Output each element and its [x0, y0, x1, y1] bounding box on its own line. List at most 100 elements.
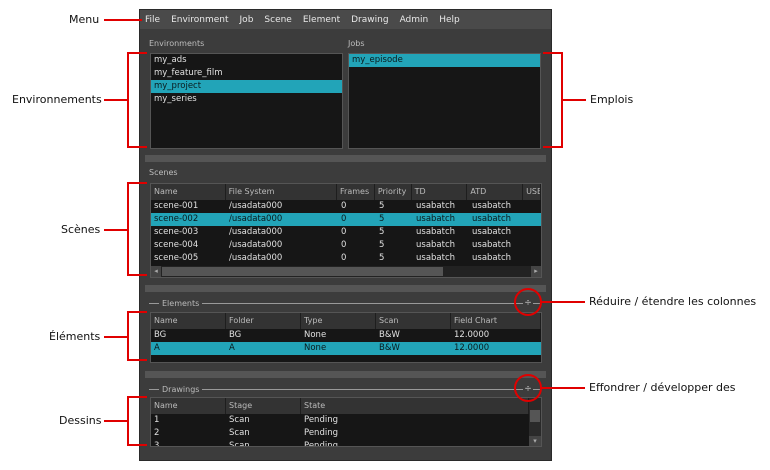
- menu-scene[interactable]: Scene: [264, 15, 291, 25]
- table-cell: usabatch: [472, 214, 512, 224]
- scroll-left-icon[interactable]: ◂: [151, 266, 161, 277]
- scrollbar-thumb[interactable]: [530, 410, 540, 422]
- table-cell: usabatch: [416, 253, 456, 263]
- app-window: File Environment Job Scene Element Drawing Adm…: [139, 9, 552, 461]
- annotation-bracket: [543, 52, 563, 148]
- table-cell: Scan: [229, 415, 250, 425]
- annotation-line: [104, 420, 128, 422]
- elements-table: Name Folder Type Scan Field Chart BG BG None B&W…: [150, 312, 542, 363]
- list-item[interactable]: my_ads: [151, 54, 342, 67]
- table-cell: B&W: [379, 343, 400, 353]
- column-header[interactable]: Name: [151, 184, 226, 200]
- annotation-line: [541, 301, 585, 303]
- table-cell: 5: [379, 240, 385, 250]
- table-cell: 5: [379, 201, 385, 211]
- column-header[interactable]: Stage: [226, 398, 301, 414]
- column-header[interactable]: Type: [301, 313, 376, 329]
- drawings-label: Drawings: [162, 384, 200, 394]
- table-row[interactable]: scene-004/usadata000 0 5 usabatch usabatch: [151, 239, 541, 252]
- table-cell: 0: [341, 214, 347, 224]
- table-cell: /usadata000: [229, 214, 283, 224]
- menu-bar: File Environment Job Scene Element Drawing Adm…: [140, 10, 551, 29]
- table-cell: usabatch: [416, 240, 456, 250]
- list-item[interactable]: my_episode: [349, 54, 540, 67]
- table-cell: Pending: [304, 415, 338, 425]
- table-cell: Pending: [304, 428, 338, 438]
- table-row[interactable]: A A None B&W 12.0000: [151, 342, 541, 355]
- scenes-table: Name File System Frames Priority TD ATD USE sc…: [150, 183, 542, 278]
- list-item[interactable]: my_project: [151, 80, 342, 93]
- annotation-bracket: [127, 396, 147, 446]
- menu-element[interactable]: Element: [303, 15, 340, 25]
- table-row[interactable]: 2 Scan Pending: [151, 427, 541, 440]
- annotation-line: [104, 99, 128, 101]
- annotation-line: [104, 19, 142, 21]
- vertical-scrollbar[interactable]: ▾: [529, 398, 541, 446]
- elements-group-header: Elements ÷: [149, 298, 541, 308]
- annotation-line: [541, 387, 585, 389]
- table-row[interactable]: scene-002/usadata000 0 5 usabatch usabatch: [151, 213, 541, 226]
- table-cell: 0: [341, 253, 347, 263]
- menu-environment[interactable]: Environment: [171, 15, 228, 25]
- drawings-table: Name Stage State 1 Scan Pending 2 Scan Pending 3 S…: [150, 397, 542, 447]
- table-cell: scene-001: [154, 201, 199, 211]
- column-header[interactable]: Folder: [226, 313, 301, 329]
- table-row[interactable]: 3 Scan Pending: [151, 440, 541, 447]
- annotation-menu: Menu: [69, 13, 100, 26]
- table-cell: 3: [154, 441, 160, 447]
- column-header[interactable]: ATD: [467, 184, 524, 200]
- table-cell: /usadata000: [229, 253, 283, 263]
- environments-label: Environments: [149, 39, 205, 48]
- table-cell: scene-004: [154, 240, 199, 250]
- annotation-jobs: Emplois: [590, 93, 634, 106]
- table-cell: /usadata000: [229, 227, 283, 237]
- menu-admin[interactable]: Admin: [400, 15, 429, 25]
- menu-help[interactable]: Help: [439, 15, 460, 25]
- table-row[interactable]: scene-005/usadata000 0 5 usabatch usabatch: [151, 252, 541, 265]
- annotation-line: [562, 99, 586, 101]
- table-cell: 12.0000: [454, 343, 490, 353]
- annotation-bracket: [127, 311, 147, 361]
- column-header[interactable]: USE: [523, 184, 541, 200]
- column-header[interactable]: Priority: [375, 184, 412, 200]
- table-cell: usabatch: [416, 201, 456, 211]
- column-header[interactable]: Name: [151, 398, 226, 414]
- annotation-bracket: [127, 52, 147, 148]
- table-row[interactable]: scene-001/usadata000 0 5 usabatch usabatch: [151, 200, 541, 213]
- column-header[interactable]: State: [301, 398, 529, 414]
- environments-list[interactable]: my_ads my_feature_film my_project my_series: [150, 53, 343, 149]
- scroll-down-icon[interactable]: ▾: [529, 436, 541, 446]
- table-row[interactable]: scene-003/usadata000 0 5 usabatch usabatch: [151, 226, 541, 239]
- annotation-circle: [514, 288, 542, 316]
- column-header[interactable]: TD: [412, 184, 468, 200]
- table-cell: 5: [379, 253, 385, 263]
- table-cell: scene-002: [154, 214, 199, 224]
- menu-drawing[interactable]: Drawing: [351, 15, 388, 25]
- list-item[interactable]: my_series: [151, 93, 342, 106]
- table-cell: Scan: [229, 441, 250, 447]
- scroll-right-icon[interactable]: ▸: [531, 266, 541, 277]
- table-cell: B&W: [379, 330, 400, 340]
- column-header[interactable]: Frames: [337, 184, 375, 200]
- column-header[interactable]: Scan: [376, 313, 451, 329]
- column-header[interactable]: File System: [226, 184, 338, 200]
- drawings-group-header: Drawings ÷: [149, 384, 541, 394]
- table-row[interactable]: BG BG None B&W 12.0000: [151, 329, 541, 342]
- table-cell: usabatch: [472, 227, 512, 237]
- column-header[interactable]: Name: [151, 313, 226, 329]
- scrollbar-thumb[interactable]: [162, 267, 443, 276]
- splitter[interactable]: [145, 285, 546, 292]
- list-item[interactable]: my_feature_film: [151, 67, 342, 80]
- splitter[interactable]: [145, 155, 546, 162]
- jobs-list[interactable]: my_episode: [348, 53, 541, 149]
- table-cell: 2: [154, 428, 160, 438]
- jobs-label: Jobs: [348, 39, 365, 48]
- menu-file[interactable]: File: [145, 15, 160, 25]
- horizontal-scrollbar[interactable]: ◂ ▸: [151, 266, 541, 277]
- elements-label: Elements: [162, 298, 200, 308]
- menu-job[interactable]: Job: [240, 15, 254, 25]
- table-row[interactable]: 1 Scan Pending: [151, 414, 541, 427]
- splitter[interactable]: [145, 371, 546, 378]
- table-cell: 5: [379, 214, 385, 224]
- table-cell: usabatch: [416, 227, 456, 237]
